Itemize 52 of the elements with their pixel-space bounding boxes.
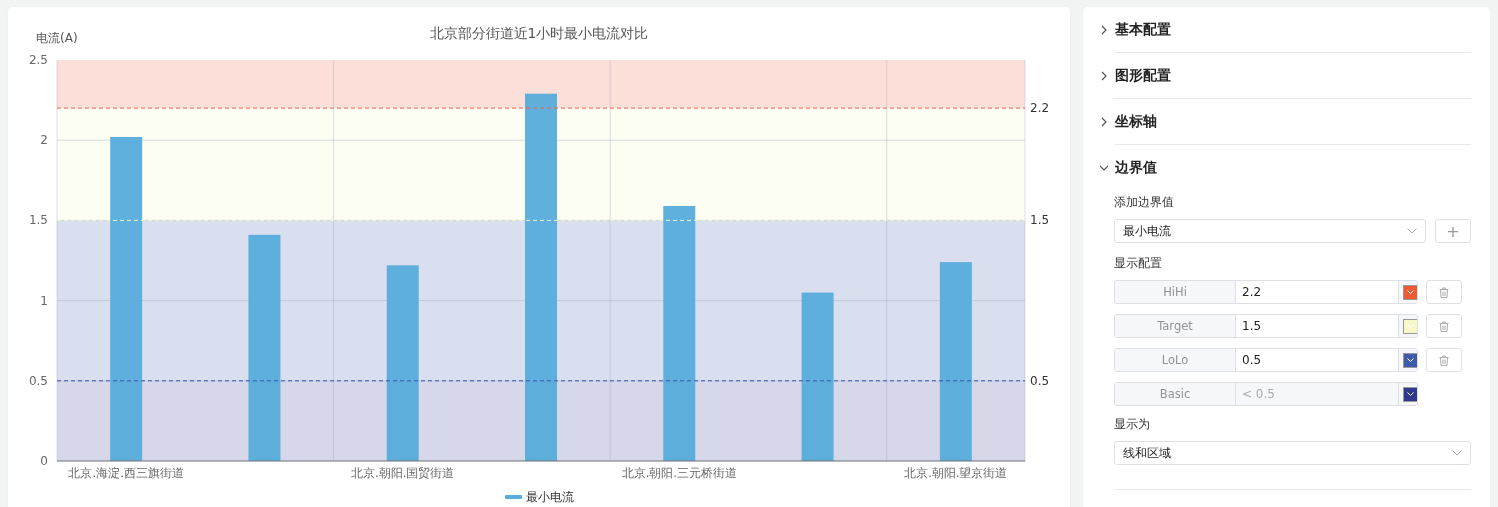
color-picker[interactable]: [1398, 315, 1417, 337]
caret-icon: [1406, 289, 1414, 295]
section-header[interactable]: 坐标轴: [1100, 99, 1157, 144]
field-label: 添加边界值: [1114, 194, 1175, 211]
delete-button[interactable]: [1426, 314, 1462, 338]
threshold-name: Target: [1115, 315, 1236, 337]
threshold-field[interactable]: Target 1.5: [1114, 314, 1418, 338]
section-header[interactable]: 基本配置: [1100, 7, 1171, 52]
section-header[interactable]: 图形配置: [1100, 53, 1171, 98]
axis-tick-label: 2.5: [28, 53, 48, 67]
trash-icon: [1439, 320, 1449, 332]
axis-tick-label: 2: [40, 133, 48, 148]
field-label: 显示配置: [1114, 255, 1163, 272]
select-field[interactable]: 线和区域: [1114, 441, 1471, 465]
threshold-field[interactable]: HiHi 2.2: [1114, 280, 1418, 304]
field-label: 显示为: [1114, 416, 1151, 433]
category-label: 北京.海淀.西三旗街道: [68, 466, 184, 480]
chevron-icon: [1100, 70, 1108, 81]
dropdown-caret-icon: [1407, 228, 1417, 234]
select-field[interactable]: 最小电流: [1114, 219, 1426, 243]
chevron-icon: [1100, 116, 1108, 127]
threshold-field[interactable]: LoLo 0.5: [1114, 348, 1418, 372]
dropdown-caret-icon: [1452, 450, 1462, 456]
threshold-label: 2.2: [1030, 101, 1050, 116]
chart-title: 北京部分街道近1小时最小电流对比: [429, 25, 649, 41]
color-picker[interactable]: [1398, 349, 1417, 371]
legend-item[interactable]: 最小电流: [505, 490, 574, 504]
category-label: 北京.朝阳.望京街道: [904, 466, 1008, 480]
axis-tick-label: 1.5: [28, 213, 48, 228]
threshold-name: LoLo: [1115, 349, 1236, 371]
threshold-label: 0.5: [1030, 373, 1050, 388]
axis-tick-label: 1: [40, 293, 48, 308]
threshold-name: HiHi: [1115, 281, 1236, 303]
caret-icon: [1406, 323, 1414, 329]
legend-label: 最小电流: [526, 490, 574, 504]
trash-icon: [1439, 286, 1449, 298]
section-header[interactable]: 边界值: [1100, 145, 1157, 190]
threshold-label: 1.5: [1030, 213, 1050, 228]
axis-title: 电流(A): [36, 31, 78, 45]
color-picker[interactable]: [1398, 383, 1417, 405]
trash-icon: [1439, 354, 1449, 366]
delete-button[interactable]: [1426, 280, 1462, 304]
delete-button[interactable]: [1426, 348, 1462, 372]
color-picker[interactable]: [1398, 281, 1417, 303]
chevron-icon: [1100, 24, 1108, 35]
axis-tick-label: 0: [40, 454, 48, 468]
caret-icon: [1406, 391, 1414, 397]
axis-tick-label: 0.5: [28, 373, 48, 388]
threshold-name: Basic: [1115, 383, 1236, 405]
caret-icon: [1406, 357, 1414, 363]
category-label: 北京.朝阳.国贸街道: [351, 466, 455, 480]
category-label: 北京.朝阳.三元桥街道: [621, 466, 737, 480]
